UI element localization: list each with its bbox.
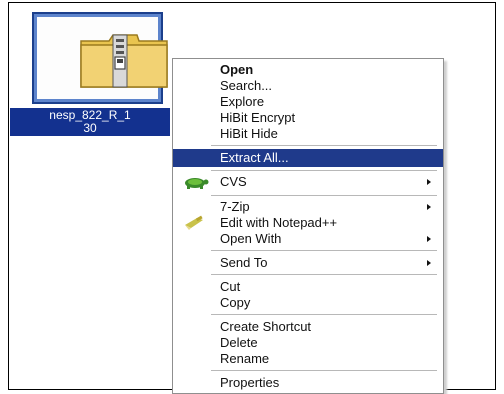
menu-item-label: Send To: [220, 255, 268, 270]
file-icon-background: [37, 17, 168, 99]
menu-item-explore[interactable]: Explore: [173, 94, 443, 110]
submenu-arrow-icon: [427, 204, 431, 210]
menu-separator: [211, 274, 437, 275]
menu-item-label: Search...: [220, 78, 273, 93]
menu-separator: [211, 314, 437, 315]
menu-separator: [211, 250, 437, 251]
submenu-arrow-icon: [427, 260, 431, 266]
tortoise-cvs-icon: [185, 178, 209, 189]
menu-item-label: Extract All...: [220, 150, 289, 165]
menu-item-hibit-hide[interactable]: HiBit Hide: [173, 126, 443, 142]
menu-item-edit-notepad[interactable]: Edit with Notepad++: [173, 215, 443, 231]
submenu-arrow-icon: [427, 236, 431, 242]
menu-item-cvs[interactable]: CVS: [173, 174, 443, 190]
menu-item-label: Open: [220, 62, 254, 77]
menu-item-label: 7-Zip: [220, 199, 250, 214]
menu-item-label: Open With: [220, 231, 282, 246]
menu-item-label: HiBit Encrypt: [220, 110, 296, 125]
context-menu: Open Search... Explore HiBit Encrypt HiB…: [172, 58, 444, 394]
menu-item-7zip[interactable]: 7-Zip: [173, 199, 443, 215]
menu-separator: [211, 195, 437, 196]
menu-item-properties[interactable]: Properties: [173, 375, 443, 391]
menu-separator: [211, 370, 437, 371]
menu-item-hibit-encrypt[interactable]: HiBit Encrypt: [173, 110, 443, 126]
menu-item-label: Copy: [220, 295, 251, 310]
menu-item-label: Properties: [220, 375, 280, 390]
menu-item-cut[interactable]: Cut: [173, 279, 443, 295]
menu-separator: [211, 170, 437, 171]
menu-item-send-to[interactable]: Send To: [173, 255, 443, 271]
file-icon-tile[interactable]: [32, 12, 168, 104]
menu-item-label: Edit with Notepad++: [220, 215, 338, 230]
menu-item-create-shortcut[interactable]: Create Shortcut: [173, 319, 443, 335]
menu-item-search[interactable]: Search...: [173, 78, 443, 94]
menu-item-label: CVS: [220, 174, 247, 189]
menu-item-label: Rename: [220, 351, 270, 366]
zip-folder-icon: [80, 34, 168, 88]
file-name-line2: 30: [83, 121, 97, 135]
menu-item-label: Delete: [220, 335, 258, 350]
menu-item-open[interactable]: Open: [173, 62, 443, 78]
menu-item-open-with[interactable]: Open With: [173, 231, 443, 247]
file-name-label[interactable]: nesp_822_R_1 30: [10, 108, 170, 136]
menu-item-label: Explore: [220, 94, 265, 109]
menu-item-rename[interactable]: Rename: [173, 351, 443, 367]
menu-item-delete[interactable]: Delete: [173, 335, 443, 351]
notepad-plus-plus-icon: [185, 215, 203, 230]
menu-item-label: Create Shortcut: [220, 319, 312, 334]
menu-separator: [211, 145, 437, 146]
menu-item-label: Cut: [220, 279, 241, 294]
submenu-arrow-icon: [427, 179, 431, 185]
menu-item-label: HiBit Hide: [220, 126, 278, 141]
menu-item-extract-all[interactable]: Extract All...: [173, 149, 443, 167]
menu-item-copy[interactable]: Copy: [173, 295, 443, 311]
